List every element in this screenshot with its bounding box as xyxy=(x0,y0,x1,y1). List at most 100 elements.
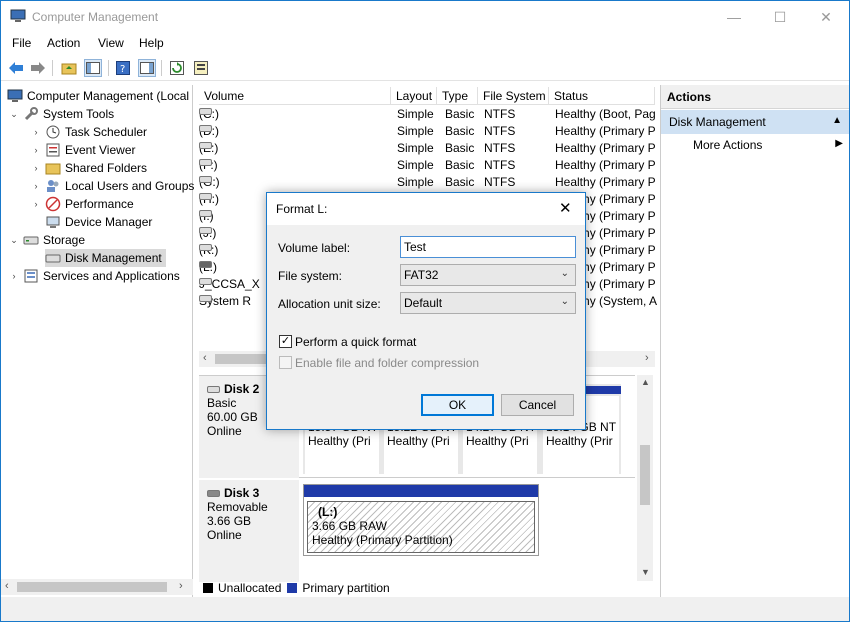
scrollbar-thumb[interactable] xyxy=(640,445,650,505)
compression-checkbox[interactable] xyxy=(279,356,292,369)
tree-horizontal-scrollbar[interactable]: ‹ › xyxy=(1,579,193,595)
actions-header: Actions xyxy=(661,85,849,109)
check-icon: ✓ xyxy=(280,335,291,347)
maximize-button[interactable]: ☐ xyxy=(757,1,803,33)
collapsed-chevron-icon[interactable]: › xyxy=(9,271,19,281)
volume-row[interactable]: (F:) Simple Basic NTFS Healthy (Primary P xyxy=(197,157,656,174)
collapsed-chevron-icon[interactable]: › xyxy=(31,145,41,155)
quick-format-label: Perform a quick format xyxy=(295,335,417,349)
volume-cell-status: Healthy (Primary P xyxy=(555,124,656,138)
tree-item-root[interactable]: Computer Management (Local xyxy=(7,87,189,105)
back-button[interactable] xyxy=(7,59,25,77)
more-actions-item[interactable]: More Actions ▶ xyxy=(693,138,843,152)
show-hide-tree-button[interactable] xyxy=(84,59,102,77)
tree-item-storage[interactable]: ⌄ Storage xyxy=(9,231,85,249)
refresh-button[interactable] xyxy=(168,59,186,77)
column-file-system[interactable]: File System xyxy=(478,87,549,105)
column-status[interactable]: Status xyxy=(549,87,655,105)
forward-button[interactable] xyxy=(29,59,47,77)
tree-item-services[interactable]: › Services and Applications xyxy=(9,267,180,285)
column-type[interactable]: Type xyxy=(437,87,478,105)
partition-l[interactable]: (L:) 3.66 GB RAW Healthy (Primary Partit… xyxy=(303,484,539,556)
volume-cell-volume: (C:) xyxy=(199,107,219,121)
refresh-icon xyxy=(170,61,184,75)
unallocated-swatch xyxy=(203,583,213,593)
graphical-view-vertical-scrollbar[interactable]: ▲ ▼ xyxy=(637,375,653,581)
volume-cell-type: Basic xyxy=(445,141,475,155)
volume-cell-fs: NTFS xyxy=(484,141,516,155)
window-title: Computer Management xyxy=(32,10,159,24)
actions-section-disk-management[interactable]: Disk Management ▲ xyxy=(661,110,849,134)
tree-item-disk-management[interactable]: Disk Management xyxy=(45,249,166,267)
volume-row[interactable]: (G:) Simple Basic NTFS Healthy (Primary P xyxy=(197,174,656,191)
computer-icon xyxy=(7,88,23,104)
tree-item-performance[interactable]: › Performance xyxy=(31,195,134,213)
allocation-unit-caption: Allocation unit size: xyxy=(278,297,381,311)
scrollbar-thumb[interactable] xyxy=(17,582,167,592)
action-pane-icon xyxy=(140,62,154,74)
scroll-right-icon[interactable]: › xyxy=(179,580,183,592)
scroll-left-icon[interactable]: ‹ xyxy=(5,580,9,592)
help-icon: ? xyxy=(116,61,130,75)
status-bar xyxy=(1,597,849,621)
column-volume[interactable]: Volume xyxy=(199,87,391,105)
disk-3-info[interactable]: Disk 3 Removable 3.66 GB Online xyxy=(199,480,299,582)
collapsed-chevron-icon[interactable]: › xyxy=(31,199,41,209)
file-system-select[interactable]: FAT32 ⌄ xyxy=(400,264,576,286)
scroll-up-icon[interactable]: ▲ xyxy=(641,377,650,387)
menu-action[interactable]: Action xyxy=(47,36,80,50)
properties-button[interactable] xyxy=(192,59,210,77)
allocation-unit-select[interactable]: Default ⌄ xyxy=(400,292,576,314)
tree-item-system-tools[interactable]: ⌄ System Tools xyxy=(9,105,114,123)
file-system-caption: File system: xyxy=(278,269,343,283)
tree-item-local-users[interactable]: › Local Users and Groups xyxy=(31,177,195,195)
performance-icon xyxy=(45,196,61,212)
volume-label-input[interactable] xyxy=(400,236,576,258)
up-folder-button[interactable] xyxy=(60,59,78,77)
expanded-chevron-icon[interactable]: ⌄ xyxy=(9,109,19,120)
volume-cell-volume: (E:) xyxy=(199,141,218,155)
volume-icon xyxy=(199,210,212,217)
volume-row[interactable]: (E:) Simple Basic NTFS Healthy (Primary P xyxy=(197,140,656,157)
scroll-left-icon[interactable]: ‹ xyxy=(203,352,207,364)
tree-item-shared-folders[interactable]: › Shared Folders xyxy=(31,159,148,177)
tools-icon xyxy=(23,106,39,122)
close-button[interactable]: ✕ xyxy=(803,1,849,33)
tree-item-task-scheduler[interactable]: › Task Scheduler xyxy=(31,123,148,141)
dialog-title: Format L: xyxy=(276,202,328,216)
collapsed-chevron-icon[interactable]: › xyxy=(31,163,41,173)
menu-view[interactable]: View xyxy=(98,36,124,50)
volume-icon xyxy=(199,227,212,234)
help-button[interactable]: ? xyxy=(114,59,132,77)
volume-cell-layout: Simple xyxy=(397,141,434,155)
chevron-down-icon: ⌄ xyxy=(560,296,569,307)
volume-row[interactable]: (D:) Simple Basic NTFS Healthy (Primary P xyxy=(197,123,656,140)
minimize-button[interactable]: — xyxy=(711,1,757,33)
quick-format-checkbox[interactable]: ✓ xyxy=(279,335,292,348)
ok-button[interactable]: OK xyxy=(421,394,494,416)
menu-file[interactable]: File xyxy=(12,36,31,50)
volume-row[interactable]: (C:) Simple Basic NTFS Healthy (Boot, Pag xyxy=(197,106,656,123)
dialog-close-icon[interactable]: ✕ xyxy=(559,199,572,217)
collapsed-chevron-icon[interactable]: › xyxy=(31,181,41,191)
column-layout[interactable]: Layout xyxy=(391,87,437,105)
volume-cell-status: Healthy (Primary P xyxy=(555,175,656,189)
volume-icon xyxy=(199,108,212,115)
volume-icon xyxy=(199,159,212,166)
collapse-up-icon[interactable]: ▲ xyxy=(832,115,842,126)
tree-item-device-manager[interactable]: Device Manager xyxy=(45,213,152,231)
disk-3-row: Disk 3 Removable 3.66 GB Online (L:) 3.6… xyxy=(199,480,635,582)
scroll-right-icon[interactable]: › xyxy=(645,352,649,364)
scroll-down-icon[interactable]: ▼ xyxy=(641,567,650,577)
expanded-chevron-icon[interactable]: ⌄ xyxy=(9,235,19,246)
menu-help[interactable]: Help xyxy=(139,36,164,50)
volume-cell-volume: (D:) xyxy=(199,124,219,138)
forward-arrow-icon xyxy=(31,62,45,74)
cancel-button[interactable]: Cancel xyxy=(501,394,574,416)
volume-icon xyxy=(199,125,212,132)
tree-item-event-viewer[interactable]: › Event Viewer xyxy=(31,141,136,159)
toolbar: ? xyxy=(1,55,849,81)
collapsed-chevron-icon[interactable]: › xyxy=(31,127,41,137)
show-hide-action-pane-button[interactable] xyxy=(138,59,156,77)
volume-cell-status: Healthy (Primary P xyxy=(555,158,656,172)
